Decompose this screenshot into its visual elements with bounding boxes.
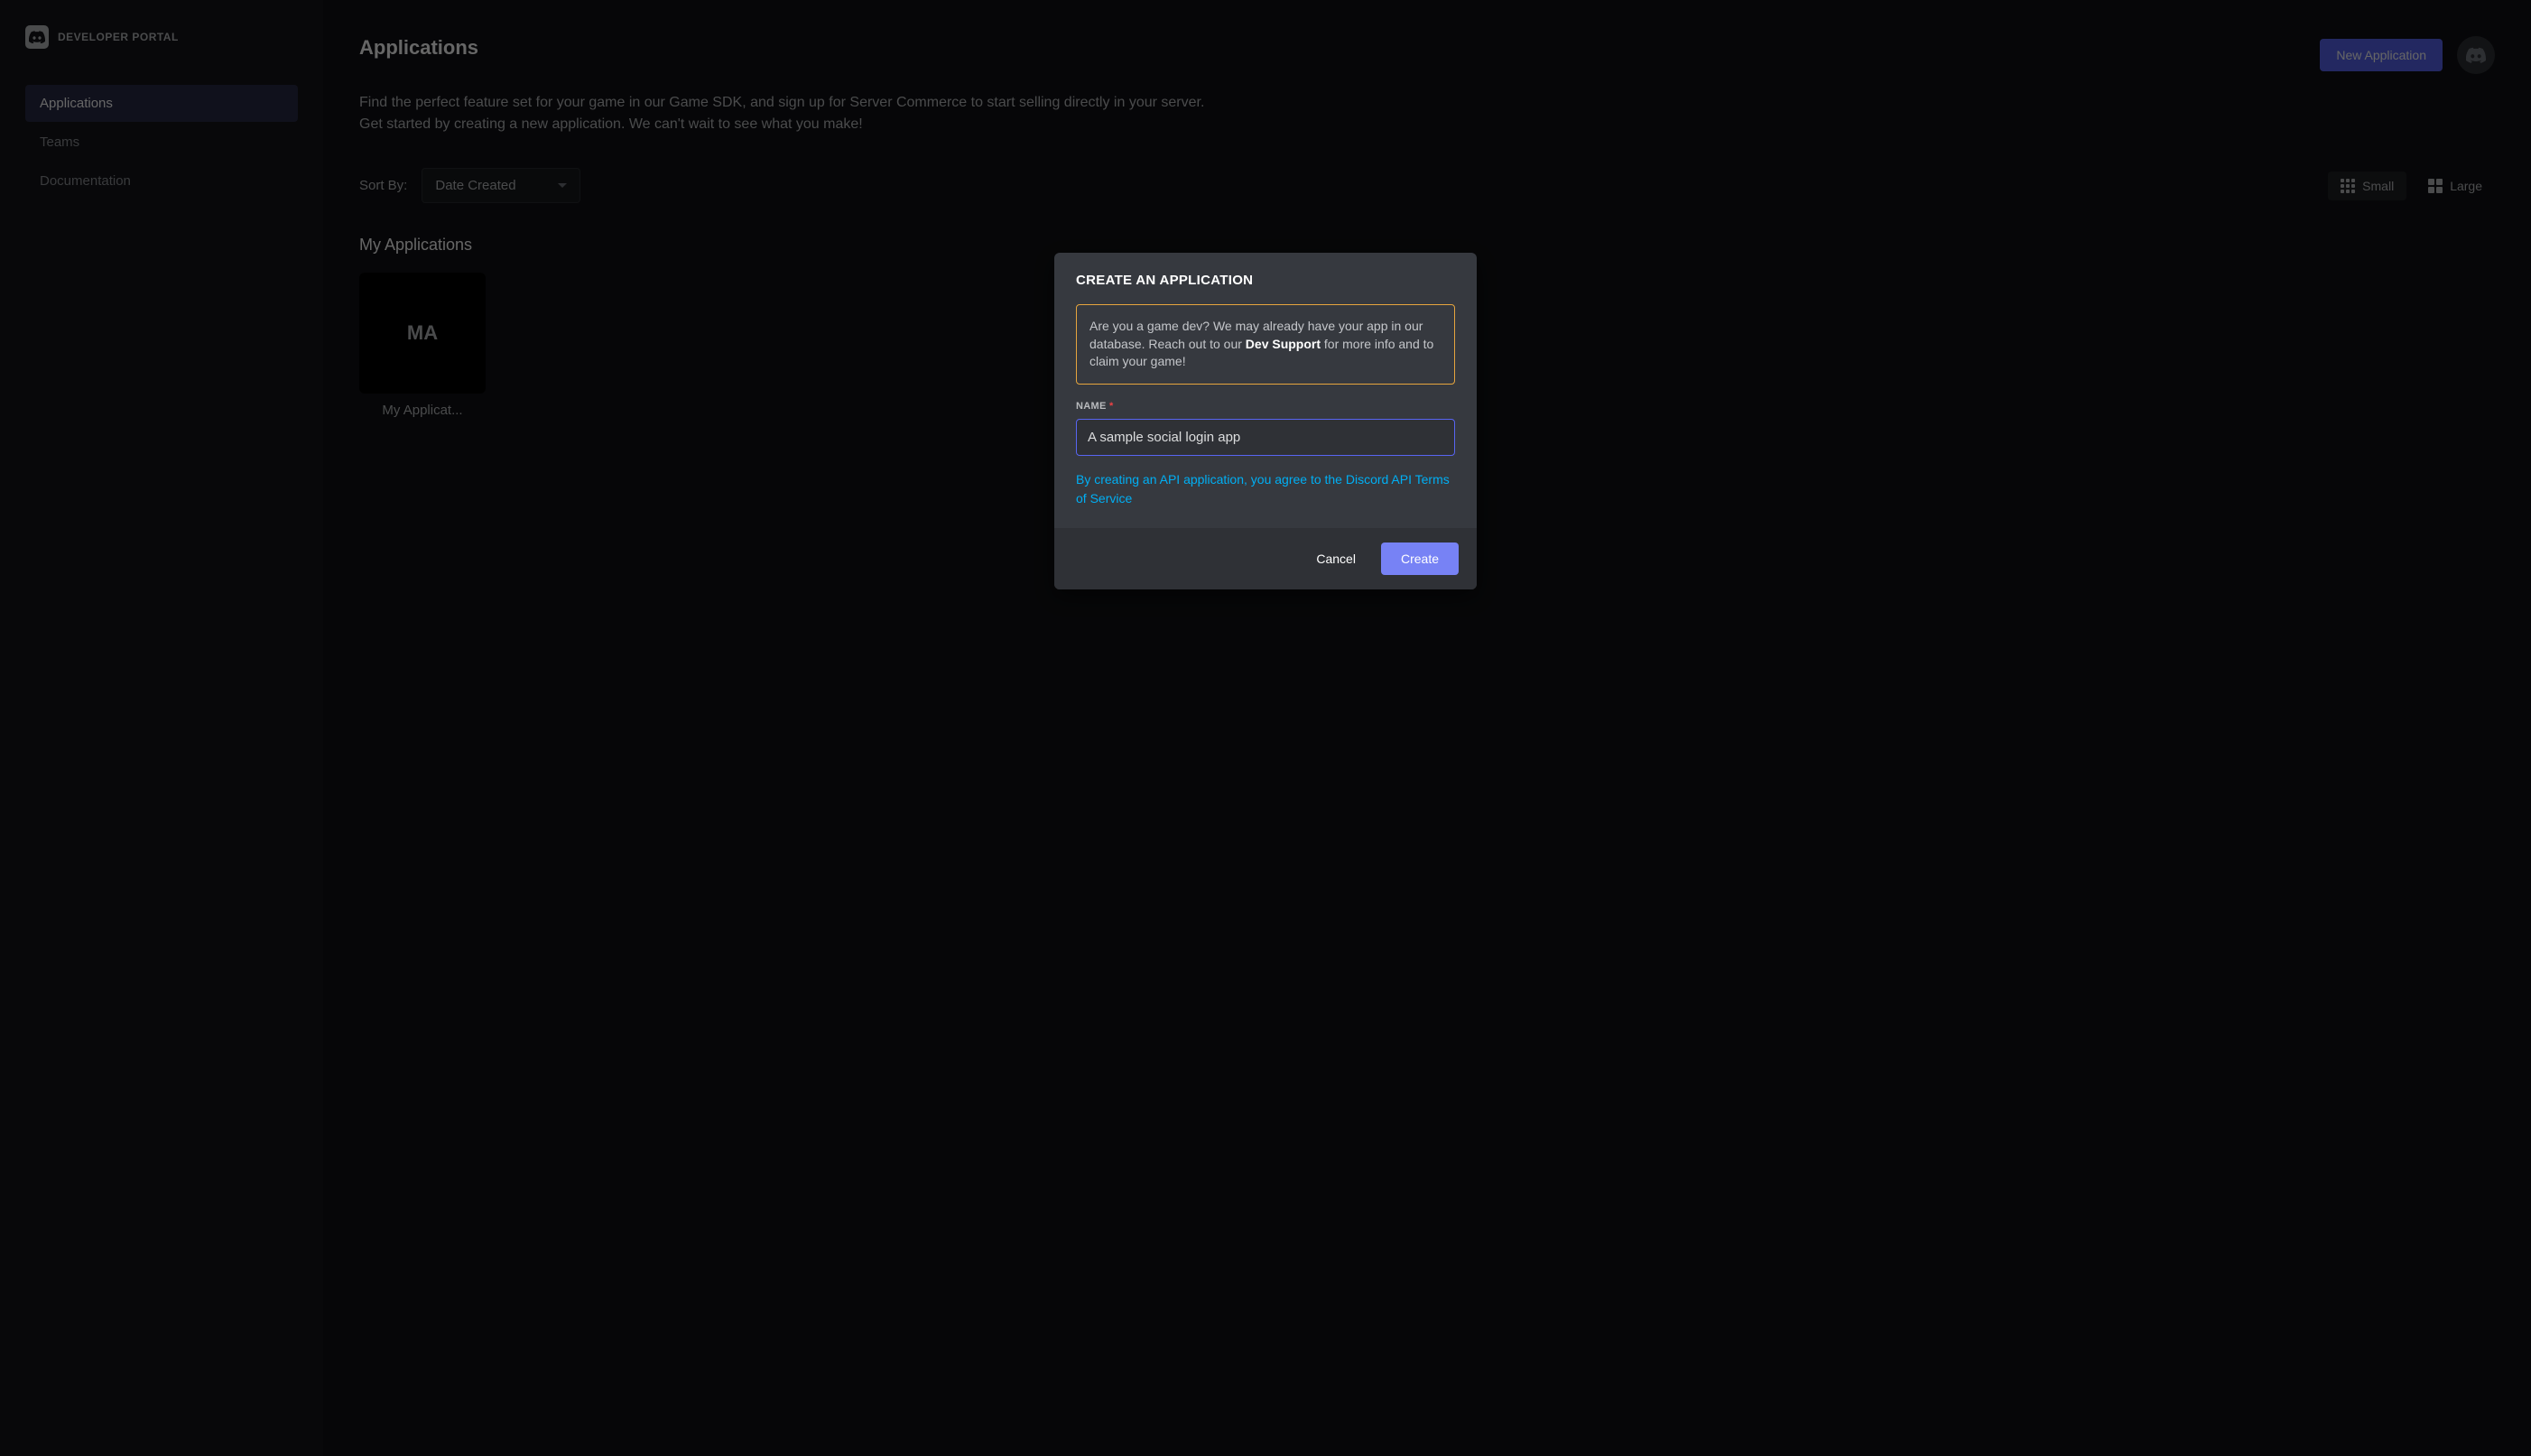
modal-body: CREATE AN APPLICATION Are you a game dev… <box>1054 253 1477 528</box>
modal-title: CREATE AN APPLICATION <box>1076 273 1455 288</box>
game-dev-notice: Are you a game dev? We may already have … <box>1076 304 1455 385</box>
name-field-label: NAME * <box>1076 401 1455 412</box>
required-asterisk: * <box>1109 401 1114 412</box>
cancel-button[interactable]: Cancel <box>1300 543 1372 575</box>
application-name-input[interactable] <box>1076 419 1455 456</box>
dev-support-link[interactable]: Dev Support <box>1246 337 1321 351</box>
modal-overlay[interactable] <box>0 0 2531 1456</box>
tos-link[interactable]: By creating an API application, you agre… <box>1076 470 1455 508</box>
create-application-modal: CREATE AN APPLICATION Are you a game dev… <box>1054 253 1477 589</box>
modal-footer: Cancel Create <box>1054 528 1477 589</box>
create-button[interactable]: Create <box>1381 543 1459 575</box>
